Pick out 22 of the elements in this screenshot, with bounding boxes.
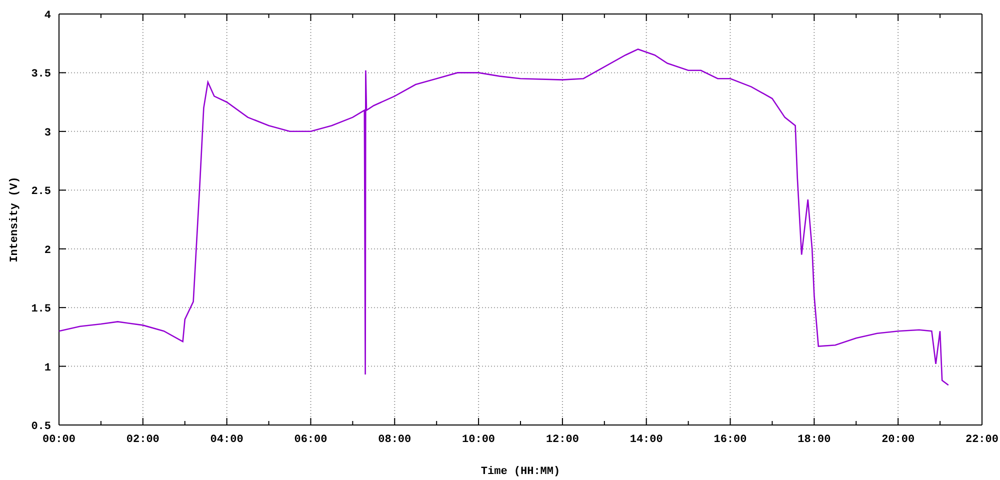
y-tick-label: 1.5 bbox=[31, 304, 51, 316]
x-tick-label: 18:00 bbox=[798, 434, 831, 446]
y-tick-label: 2 bbox=[44, 244, 51, 257]
x-tick-label: 02:00 bbox=[126, 434, 160, 446]
y-tick-label: 0.5 bbox=[31, 421, 51, 433]
x-tick-label: 22:00 bbox=[966, 434, 998, 446]
x-tick-label: 12:00 bbox=[546, 434, 579, 446]
y-tick-label: 3 bbox=[44, 127, 51, 140]
x-tick-label: 10:00 bbox=[462, 434, 496, 446]
y-tick-label: 1 bbox=[44, 362, 51, 374]
x-tick-label: 06:00 bbox=[294, 434, 328, 446]
x-axis-title: Time (HH:MM) bbox=[480, 466, 560, 478]
x-tick-label: 00:00 bbox=[42, 434, 76, 446]
x-tick-label: 20:00 bbox=[882, 434, 915, 446]
x-tick-label: 14:00 bbox=[630, 434, 663, 446]
x-tick-label: 08:00 bbox=[378, 434, 412, 446]
y-axis-title: Intensity (V) bbox=[9, 176, 21, 262]
y-tick-label: 3.5 bbox=[31, 68, 51, 81]
x-tick-label: 16:00 bbox=[714, 434, 747, 446]
x-tick-label: 04:00 bbox=[210, 434, 244, 446]
y-tick-label: 4 bbox=[44, 10, 51, 22]
y-tick-label: 2.5 bbox=[31, 186, 51, 198]
